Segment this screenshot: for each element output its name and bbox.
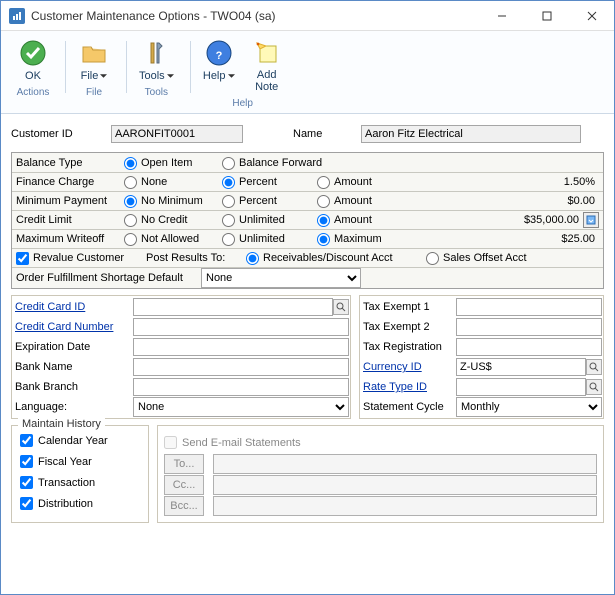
mw-notallowed-radio[interactable]: Not Allowed: [124, 233, 222, 246]
svg-text:?: ?: [215, 50, 222, 62]
history-cal-check[interactable]: Calendar Year: [20, 430, 140, 451]
customer-id-field: [111, 125, 243, 143]
stmt-cycle-select[interactable]: Monthly: [456, 397, 602, 417]
currency-lookup-button[interactable]: [586, 359, 602, 375]
app-icon: [9, 8, 25, 24]
revalue-customer-check[interactable]: Revalue Customer: [16, 252, 146, 265]
chevron-down-icon: [100, 74, 107, 78]
name-field: [361, 125, 581, 143]
language-select[interactable]: None: [133, 397, 349, 417]
maintain-history-title: Maintain History: [18, 418, 105, 430]
min-payment-label: Minimum Payment: [16, 195, 124, 207]
tax2-label: Tax Exempt 2: [361, 321, 456, 333]
name-label: Name: [293, 128, 361, 140]
fc-none-radio[interactable]: None: [124, 176, 222, 189]
email-to-button: To...: [164, 454, 204, 474]
credit-limit-expand-button[interactable]: [583, 212, 599, 228]
cc-num-link[interactable]: Credit Card Number: [13, 321, 133, 333]
ok-button[interactable]: OK: [9, 35, 57, 84]
order-shortage-label: Order Fulfillment Shortage Default: [16, 272, 201, 284]
mp-value: $0.00: [407, 195, 599, 207]
group-actions-label: Actions: [9, 84, 57, 102]
email-bcc-field: [213, 496, 597, 516]
cl-amount-radio[interactable]: Amount: [317, 214, 407, 227]
taxreg-label: Tax Registration: [361, 341, 456, 353]
chevron-down-icon: [228, 74, 235, 78]
language-label: Language:: [13, 401, 133, 413]
rate-type-link[interactable]: Rate Type ID: [361, 381, 456, 393]
bank-branch-field[interactable]: [133, 378, 349, 396]
ok-icon: [17, 37, 49, 69]
close-button[interactable]: [569, 1, 614, 31]
cl-nocredit-radio[interactable]: No Credit: [124, 214, 222, 227]
mw-maximum-radio[interactable]: Maximum: [317, 233, 407, 246]
group-tools-label: Tools: [131, 84, 182, 102]
fc-amount-radio[interactable]: Amount: [317, 176, 407, 189]
rate-type-field[interactable]: [456, 378, 586, 396]
add-note-button[interactable]: Add Note: [243, 35, 291, 95]
help-button[interactable]: ? Help: [195, 35, 243, 95]
mp-nomin-radio[interactable]: No Minimum: [124, 195, 222, 208]
mp-percent-radio[interactable]: Percent: [222, 195, 317, 208]
taxreg-field[interactable]: [456, 338, 602, 356]
folder-icon: [78, 37, 110, 69]
bank-branch-label: Bank Branch: [13, 381, 133, 393]
history-trans-check[interactable]: Transaction: [20, 472, 140, 493]
finance-charge-label: Finance Charge: [16, 176, 124, 188]
tax1-field[interactable]: [456, 298, 602, 316]
post-results-label: Post Results To:: [146, 252, 246, 264]
mw-value: $25.00: [407, 233, 599, 245]
credit-limit-label: Credit Limit: [16, 214, 124, 226]
balance-open-item-radio[interactable]: Open Item: [124, 157, 222, 170]
maximize-button[interactable]: [524, 1, 569, 31]
cl-unlimited-radio[interactable]: Unlimited: [222, 214, 317, 227]
customer-id-label: Customer ID: [11, 128, 111, 140]
tools-icon: [140, 37, 172, 69]
window-title: Customer Maintenance Options - TWO04 (sa…: [31, 9, 479, 23]
rate-lookup-button[interactable]: [586, 379, 602, 395]
balance-type-label: Balance Type: [16, 157, 124, 169]
exp-date-label: Expiration Date: [13, 341, 133, 353]
bank-name-field[interactable]: [133, 358, 349, 376]
currency-id-link[interactable]: Currency ID: [361, 361, 456, 373]
email-cc-button: Cc...: [164, 475, 204, 495]
post-sales-radio[interactable]: Sales Offset Acct: [426, 252, 527, 265]
history-dist-check[interactable]: Distribution: [20, 493, 140, 514]
file-button[interactable]: File: [70, 35, 118, 84]
group-help-label: Help: [195, 95, 291, 113]
cc-id-lookup-button[interactable]: [333, 299, 349, 315]
stmt-cycle-label: Statement Cycle: [361, 401, 456, 413]
email-cc-field: [213, 475, 597, 495]
history-fiscal-check[interactable]: Fiscal Year: [20, 451, 140, 472]
cc-id-field[interactable]: [133, 298, 333, 316]
fc-value: 1.50%: [407, 176, 599, 188]
chevron-down-icon: [167, 74, 174, 78]
post-recv-radio[interactable]: Receivables/Discount Acct: [246, 252, 426, 265]
group-file-label: File: [70, 84, 118, 102]
cl-value: $35,000.00: [407, 214, 583, 226]
exp-date-field[interactable]: [133, 338, 349, 356]
cc-id-link[interactable]: Credit Card ID: [13, 301, 133, 313]
email-to-field: [213, 454, 597, 474]
fc-percent-radio[interactable]: Percent: [222, 176, 317, 189]
order-shortage-select[interactable]: None: [201, 268, 361, 288]
note-icon: [251, 37, 283, 69]
help-icon: ?: [203, 37, 235, 69]
bank-name-label: Bank Name: [13, 361, 133, 373]
minimize-button[interactable]: [479, 1, 524, 31]
tax1-label: Tax Exempt 1: [361, 301, 456, 313]
mw-unlimited-radio[interactable]: Unlimited: [222, 233, 317, 246]
balance-forward-radio[interactable]: Balance Forward: [222, 157, 322, 170]
tax2-field[interactable]: [456, 318, 602, 336]
currency-id-field[interactable]: Z-US$: [456, 358, 586, 376]
max-writeoff-label: Maximum Writeoff: [16, 233, 124, 245]
mp-amount-radio[interactable]: Amount: [317, 195, 407, 208]
tools-button[interactable]: Tools: [131, 35, 182, 84]
cc-num-field[interactable]: [133, 318, 349, 336]
email-bcc-button: Bcc...: [164, 496, 204, 516]
send-email-check[interactable]: Send E-mail Statements: [164, 432, 597, 453]
